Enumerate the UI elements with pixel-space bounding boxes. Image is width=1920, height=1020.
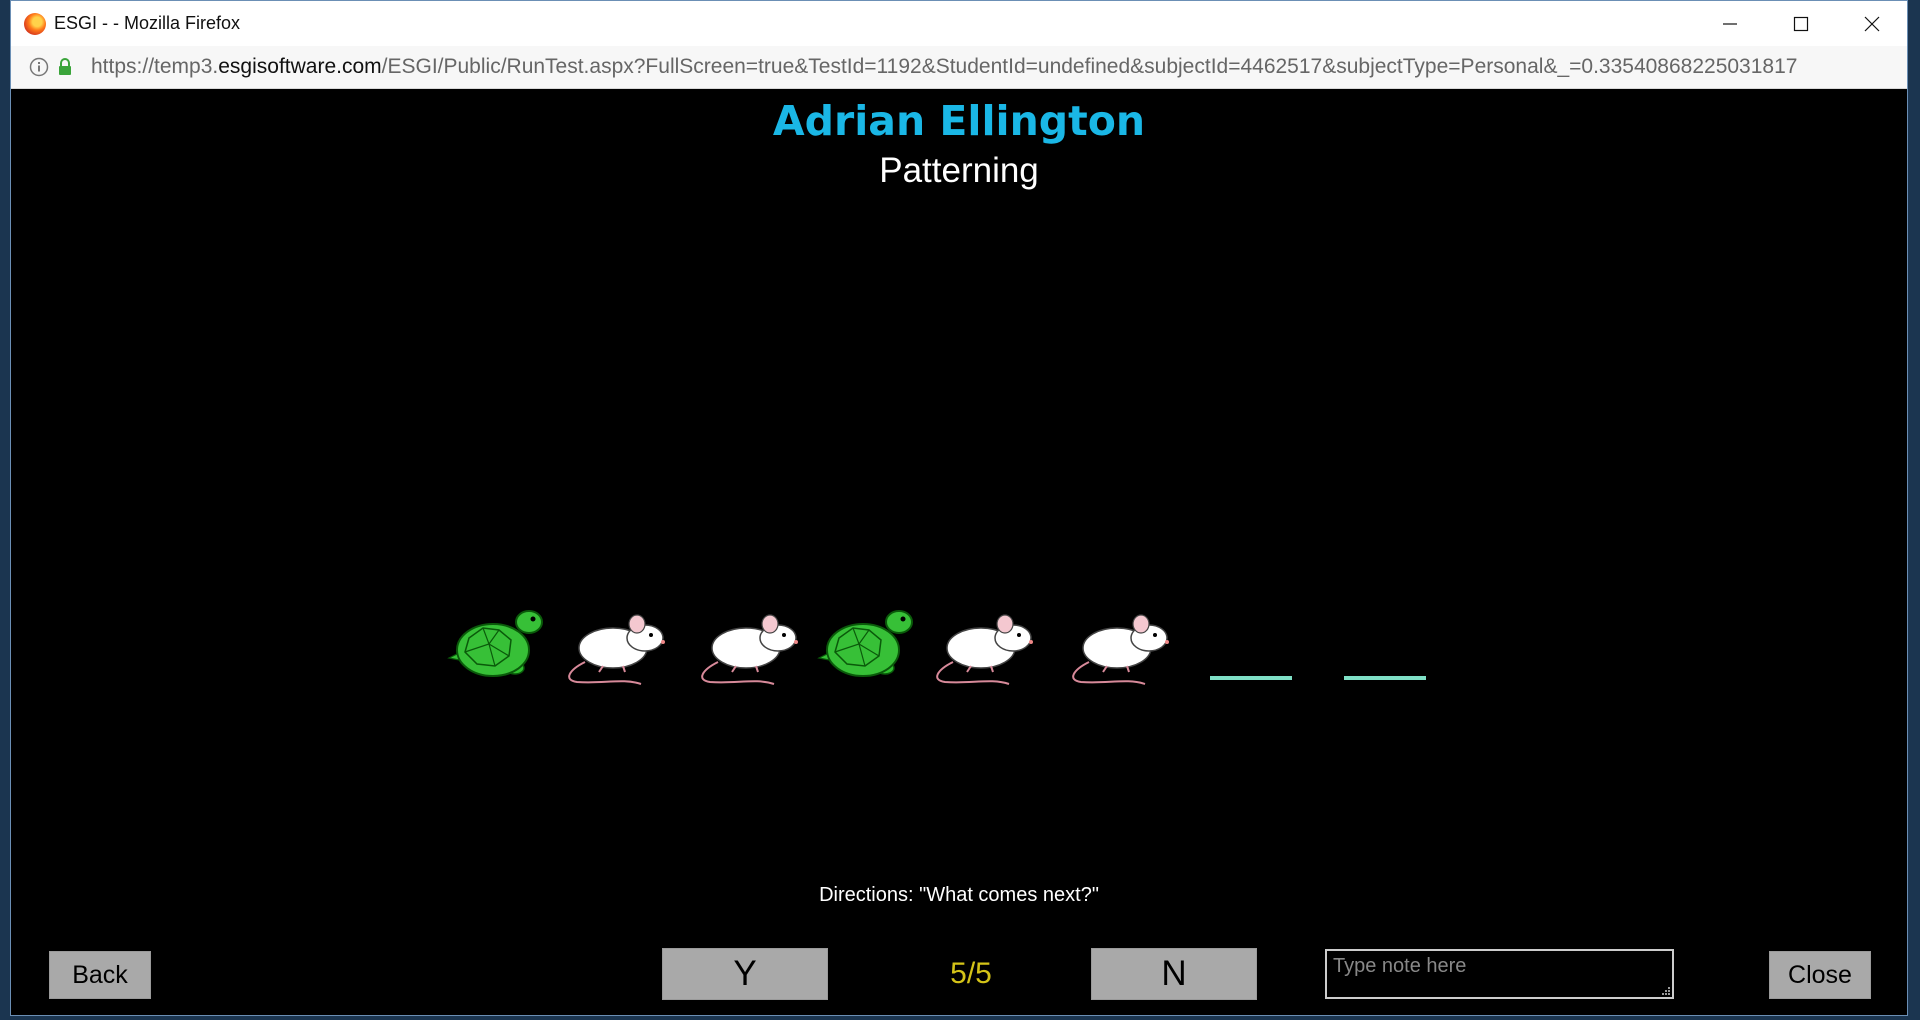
mouse-icon: [1072, 614, 1169, 685]
maximize-icon: [1793, 16, 1808, 31]
close-test-button[interactable]: Close: [1769, 951, 1871, 999]
directions-text: Directions: "What comes next?": [819, 884, 1099, 906]
address-bar[interactable]: https://temp3.esgisoftware.com/ESGI/Publ…: [11, 46, 1907, 89]
question-counter: 5/5: [950, 957, 992, 990]
note-input[interactable]: [1325, 949, 1674, 999]
url-text: https://temp3.esgisoftware.com/ESGI/Publ…: [91, 55, 1797, 79]
url-domain: esgisoftware.com: [218, 55, 382, 78]
title-bar: ESGI - - Mozilla Firefox: [11, 1, 1907, 46]
turtle-icon: [817, 610, 913, 677]
lock-icon[interactable]: [57, 57, 73, 77]
browser-window: ESGI - - Mozilla Firefox https://temp3.e…: [10, 0, 1908, 1016]
url-path: /ESGI/Public/RunTest.aspx?FullScreen=tru…: [381, 55, 1798, 78]
window-controls: [1694, 1, 1907, 46]
mouse-icon: [936, 614, 1033, 685]
url-prefix: https://temp3.: [91, 55, 219, 78]
resize-grip-icon[interactable]: [1661, 986, 1671, 996]
mouse-icon: [568, 614, 665, 685]
pattern-row: [447, 610, 1169, 685]
test-content: Adrian Ellington Patterning Directions: …: [11, 89, 1907, 1015]
close-icon: [1864, 16, 1879, 31]
window-title: ESGI - - Mozilla Firefox: [54, 13, 241, 33]
mouse-icon: [701, 614, 798, 685]
answer-slot: [1344, 676, 1426, 680]
close-window-button[interactable]: [1836, 1, 1907, 46]
minimize-button[interactable]: [1694, 1, 1765, 46]
no-button[interactable]: N: [1091, 948, 1257, 1000]
yes-button[interactable]: Y: [662, 948, 828, 1000]
turtle-icon: [447, 610, 543, 677]
info-icon[interactable]: [29, 57, 49, 77]
back-button[interactable]: Back: [49, 951, 151, 999]
firefox-logo-icon: [24, 12, 46, 35]
maximize-button[interactable]: [1765, 1, 1836, 46]
answer-slot: [1210, 676, 1292, 680]
minimize-icon: [1722, 22, 1737, 25]
